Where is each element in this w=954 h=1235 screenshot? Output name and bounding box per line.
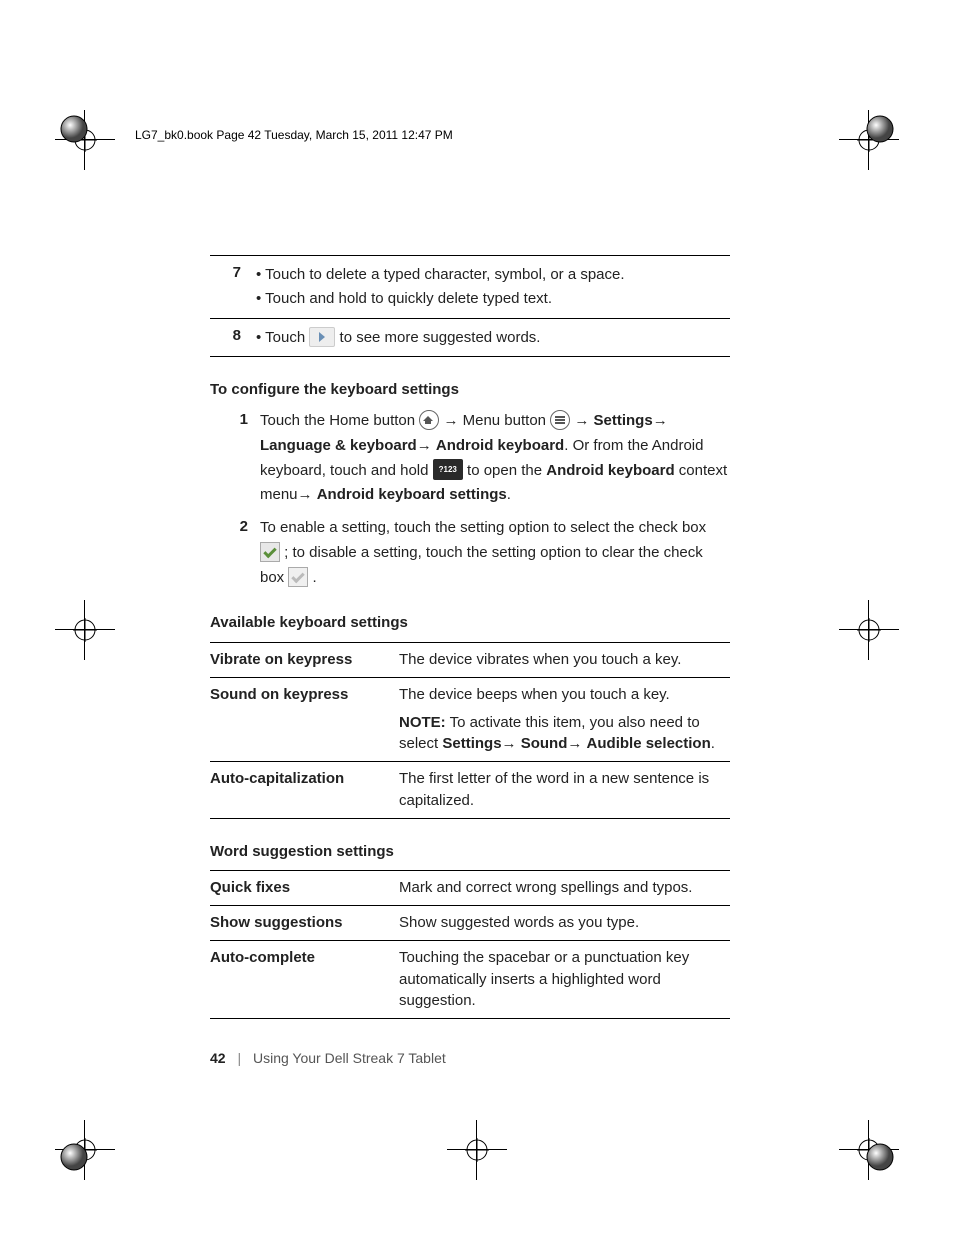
chapter-title: Using Your Dell Streak 7 Tablet	[253, 1050, 446, 1066]
section-heading: Available keyboard settings	[210, 612, 730, 634]
print-sphere-icon	[866, 1143, 894, 1175]
print-sphere-icon	[60, 1143, 88, 1175]
setting-label: Show suggestions	[210, 906, 399, 941]
crop-mark-icon	[447, 1120, 507, 1180]
numbered-callout-table: 7 Touch to delete a typed character, sym…	[210, 255, 730, 357]
print-sphere-icon	[60, 115, 88, 147]
step-number: 1	[210, 409, 260, 508]
setting-desc: Mark and correct wrong spellings and typ…	[399, 871, 730, 906]
page-number: 42	[210, 1050, 226, 1066]
setting-desc: Show suggested words as you type.	[399, 906, 730, 941]
checkbox-checked-icon	[260, 542, 280, 562]
menu-button-icon	[550, 410, 570, 430]
numeric-key-icon: ?123	[433, 459, 463, 480]
setting-desc: The first letter of the word in a new se…	[399, 762, 730, 819]
setting-label: Quick fixes	[210, 871, 399, 906]
step-body: To enable a setting, touch the setting o…	[260, 516, 730, 590]
callout-text: Touch and hold to quickly delete typed t…	[256, 288, 729, 310]
setting-desc: The device beeps when you touch a key. N…	[399, 677, 730, 761]
steps-list: 1 Touch the Home button → Menu button → …	[210, 409, 730, 590]
section-heading: Word suggestion settings	[210, 841, 730, 863]
crop-mark-icon	[55, 600, 115, 660]
setting-label: Vibrate on keypress	[210, 643, 399, 678]
section-heading: To configure the keyboard settings	[210, 379, 730, 401]
page-body: 7 Touch to delete a typed character, sym…	[210, 255, 730, 1019]
callout-number: 7	[210, 256, 255, 319]
checkbox-unchecked-icon	[288, 567, 308, 587]
home-button-icon	[419, 410, 439, 430]
setting-label: Auto-complete	[210, 940, 399, 1018]
step-body: Touch the Home button → Menu button → Se…	[260, 409, 730, 508]
step-number: 2	[210, 516, 260, 590]
available-settings-table: Vibrate on keypress The device vibrates …	[210, 642, 730, 819]
setting-label: Sound on keypress	[210, 677, 399, 761]
crop-mark-icon	[839, 600, 899, 660]
page-header: LG7_bk0.book Page 42 Tuesday, March 15, …	[135, 128, 453, 142]
callout-text: Touch to delete a typed character, symbo…	[256, 264, 729, 286]
suggest-more-icon	[309, 327, 335, 347]
setting-desc: The device vibrates when you touch a key…	[399, 643, 730, 678]
setting-desc: Touching the spacebar or a punctuation k…	[399, 940, 730, 1018]
callout-number: 8	[210, 318, 255, 357]
word-suggestion-table: Quick fixes Mark and correct wrong spell…	[210, 870, 730, 1019]
callout-text: Touch to see more suggested words.	[256, 327, 729, 349]
print-sphere-icon	[866, 115, 894, 147]
setting-label: Auto-capitalization	[210, 762, 399, 819]
page-footer: 42 | Using Your Dell Streak 7 Tablet	[210, 1050, 730, 1066]
